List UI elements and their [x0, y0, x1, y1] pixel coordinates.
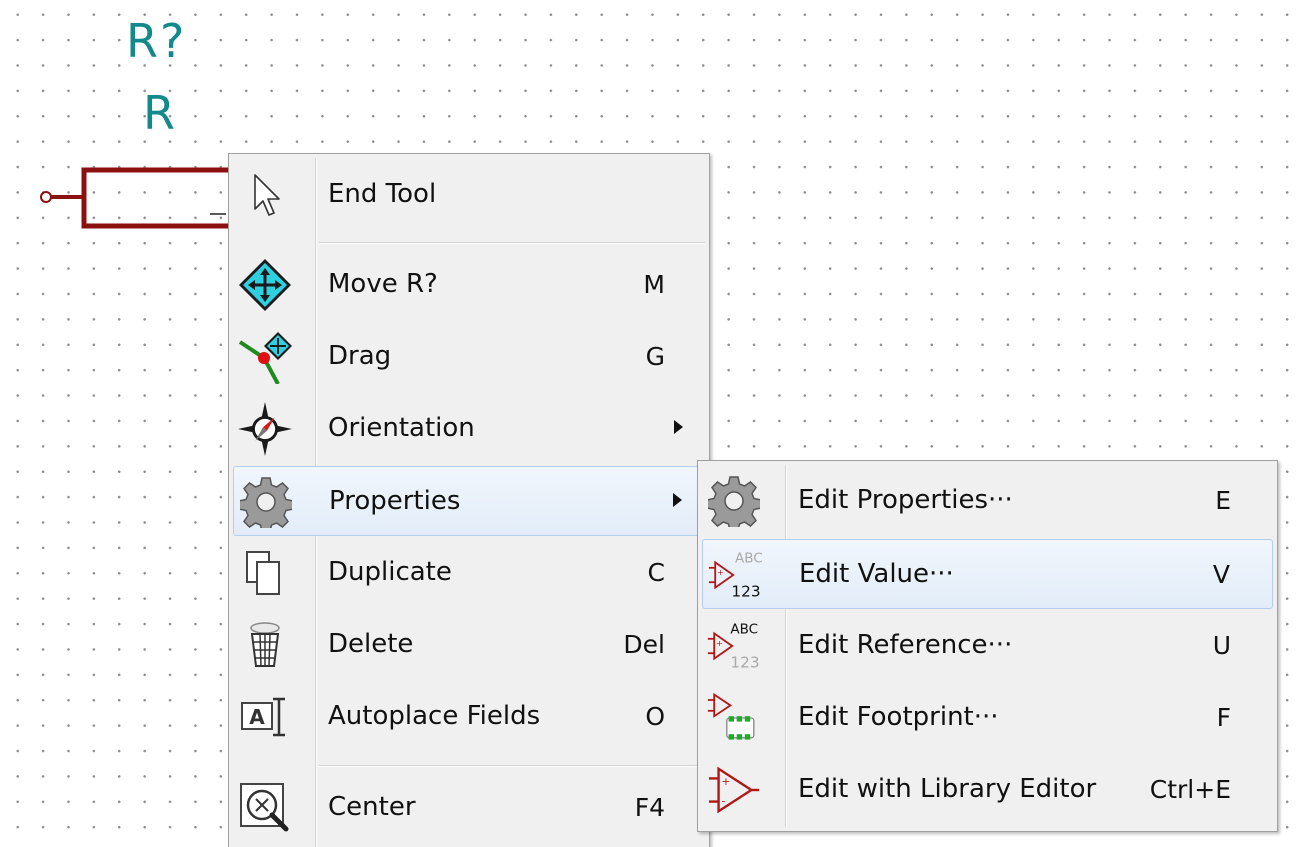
menu-item-shortcut: M — [643, 269, 665, 299]
menu-separator — [319, 765, 705, 767]
menu-item-duplicate[interactable]: Duplicate C — [233, 538, 705, 608]
svg-text:ABC: ABC — [735, 550, 762, 566]
menu-item-label: Move R? — [328, 269, 438, 299]
submenu-item-edit-reference[interactable]: ABC + 123 Edit Reference··· U — [702, 611, 1273, 681]
menu-item-end-tool[interactable]: End Tool — [233, 160, 705, 230]
menu-item-shortcut: E — [1215, 485, 1231, 515]
menu-item-shortcut: C — [647, 557, 665, 587]
menu-item-properties[interactable]: Properties — [233, 466, 705, 536]
submenu-item-edit-with-library-editor[interactable]: + - Edit with Library Editor Ctrl+E — [702, 755, 1273, 825]
move-icon — [238, 258, 292, 312]
menu-item-shortcut: O — [645, 701, 665, 731]
menu-item-label: Edit Reference··· — [798, 630, 1013, 660]
menu-item-label: Edit with Library Editor — [798, 774, 1097, 804]
svg-text:+: + — [717, 567, 724, 577]
resistor-symbol[interactable] — [0, 0, 240, 240]
menu-item-shortcut: U — [1212, 630, 1231, 660]
menu-item-center[interactable]: Center F4 — [233, 773, 705, 843]
menu-item-label: Center — [328, 792, 416, 822]
svg-text:ABC: ABC — [730, 621, 758, 637]
menu-item-label: Edit Value··· — [799, 559, 954, 589]
duplicate-icon — [238, 546, 292, 600]
submenu-arrow-icon — [674, 420, 683, 434]
submenu-item-edit-footprint[interactable]: Edit Footprint··· F — [702, 683, 1273, 753]
menu-item-label: Properties — [329, 486, 461, 516]
gear-icon — [239, 475, 293, 529]
menu-item-label: Duplicate — [328, 557, 452, 587]
menu-item-shortcut: Ctrl+E — [1149, 774, 1231, 804]
menu-item-label: Orientation — [328, 413, 475, 443]
menu-item-shortcut: F4 — [634, 792, 665, 822]
menu-item-delete[interactable]: Delete Del — [233, 610, 705, 680]
submenu-arrow-icon — [673, 493, 682, 507]
menu-item-orientation[interactable]: Orientation — [233, 394, 705, 464]
menu-item-label: Autoplace Fields — [328, 701, 541, 731]
edit-value-icon: ABC + 123 — [708, 548, 762, 602]
menu-item-label: Edit Footprint··· — [798, 702, 999, 732]
properties-submenu: Edit Properties··· E ABC + 123 Edit Valu… — [697, 460, 1278, 832]
gear-icon — [707, 474, 761, 528]
pin-end-circle — [40, 191, 52, 203]
menu-item-shortcut: F — [1216, 702, 1231, 732]
edit-footprint-icon — [707, 691, 761, 745]
menu-item-label: Drag — [328, 341, 392, 371]
svg-text:123: 123 — [730, 654, 759, 672]
resistor-body — [81, 167, 232, 229]
drag-icon — [238, 330, 292, 384]
compass-icon — [238, 402, 292, 456]
menu-item-shortcut: G — [645, 341, 665, 371]
autoplace-icon: A — [238, 690, 292, 744]
context-menu: End Tool Move R? M Drag G Orientation Pr… — [228, 153, 710, 847]
menu-item-label: Delete — [328, 629, 414, 659]
svg-text:123: 123 — [731, 583, 760, 601]
menu-separator — [319, 242, 705, 244]
menu-item-drag[interactable]: Drag G — [233, 322, 705, 392]
schematic-canvas[interactable]: R? R End Tool Move R? M Drag G Orientati… — [0, 0, 1299, 847]
trash-icon — [238, 618, 292, 672]
svg-text:-: - — [721, 795, 725, 807]
arrow-cursor-icon — [238, 168, 292, 222]
menu-item-label: End Tool — [328, 179, 437, 209]
menu-item-shortcut: V — [1212, 559, 1230, 589]
submenu-item-edit-properties[interactable]: Edit Properties··· E — [702, 466, 1273, 536]
svg-text:+: + — [721, 776, 730, 788]
menu-item-label: Edit Properties··· — [798, 485, 1013, 515]
library-editor-icon: + - — [707, 763, 761, 817]
edit-reference-icon: ABC + 123 — [707, 619, 761, 673]
submenu-item-edit-value[interactable]: ABC + 123 Edit Value··· V — [702, 539, 1273, 609]
menu-item-autoplace-fields[interactable]: A Autoplace Fields O — [233, 682, 705, 752]
menu-item-shortcut: Del — [623, 629, 665, 659]
menu-item-move[interactable]: Move R? M — [233, 250, 705, 320]
svg-text:A: A — [249, 705, 265, 729]
svg-text:+: + — [716, 638, 723, 648]
zoom-center-icon — [238, 781, 292, 835]
